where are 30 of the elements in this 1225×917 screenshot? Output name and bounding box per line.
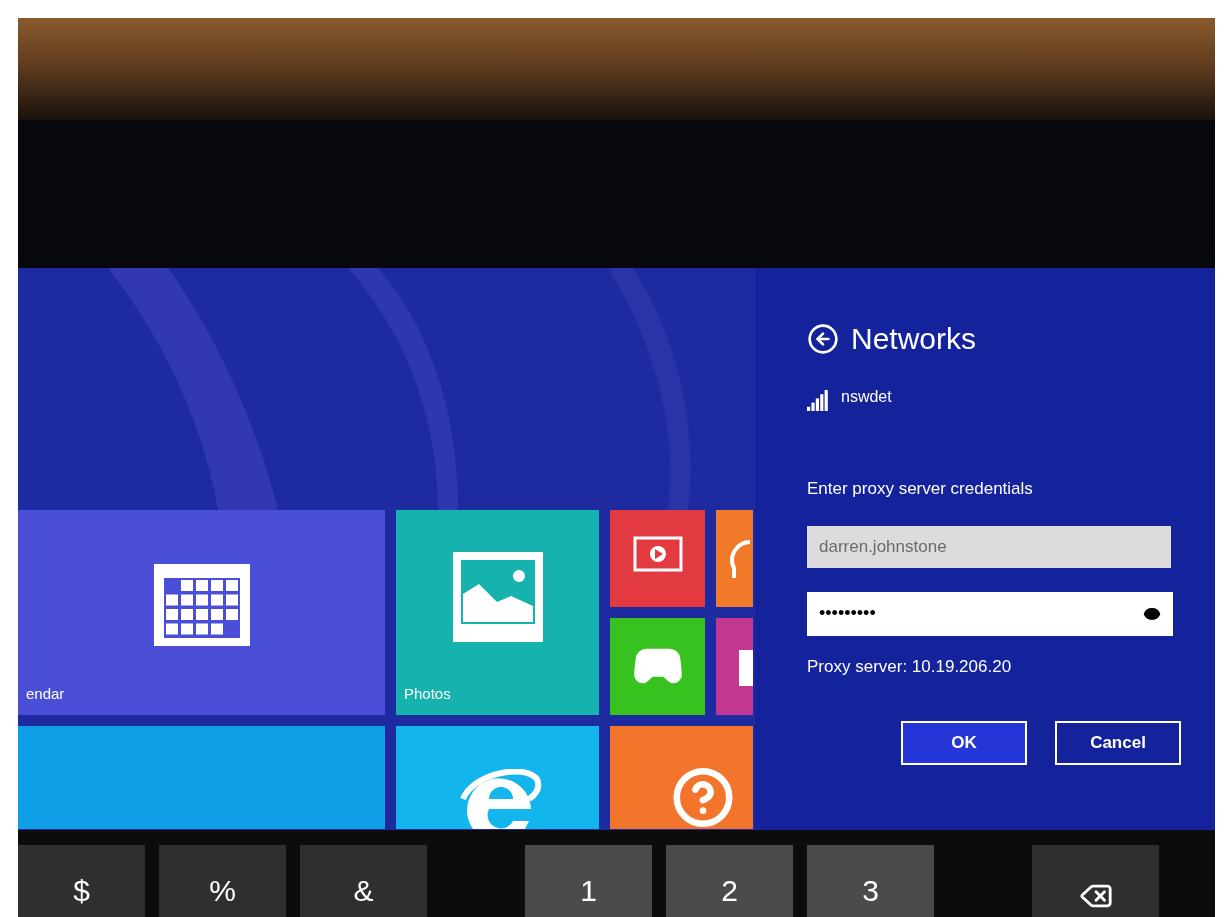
app-tile[interactable]: [610, 510, 705, 607]
cancel-button[interactable]: Cancel: [1055, 721, 1181, 765]
calendar-icon: [151, 562, 252, 648]
keyboard-key[interactable]: 3: [807, 845, 934, 917]
app-tile[interactable]: [396, 726, 599, 829]
ok-button[interactable]: OK: [901, 721, 1027, 765]
keyboard-key[interactable]: 2: [666, 845, 793, 917]
app-tile[interactable]: [18, 726, 385, 829]
tile-label: Photos: [403, 683, 452, 704]
backspace-key[interactable]: [1032, 845, 1159, 917]
app-tile[interactable]: [716, 618, 753, 715]
keyboard-key[interactable]: &: [300, 845, 427, 917]
video-icon: [632, 536, 683, 572]
app-tile[interactable]: endar: [18, 510, 385, 715]
app-tile[interactable]: [610, 726, 753, 829]
keyboard-key[interactable]: %: [159, 845, 286, 917]
tile-label: endar: [25, 683, 66, 704]
signal-icon: [807, 389, 829, 411]
credentials-prompt: Enter proxy server credentials: [807, 478, 1034, 500]
photo-icon: [450, 550, 545, 644]
back-icon[interactable]: [807, 322, 839, 355]
username-field[interactable]: darren.johnstone: [807, 525, 1171, 568]
proxy-server-address: Proxy server: 10.19.206.20: [807, 655, 1013, 678]
keyboard-key[interactable]: $: [18, 845, 145, 917]
app-tile[interactable]: [716, 510, 753, 607]
panel-title: Networks: [851, 321, 977, 357]
password-field[interactable]: •••••••••: [807, 591, 1173, 636]
network-name: nswdet: [841, 387, 892, 407]
keyboard-key[interactable]: 1: [525, 845, 652, 917]
app-tile[interactable]: [610, 618, 705, 715]
